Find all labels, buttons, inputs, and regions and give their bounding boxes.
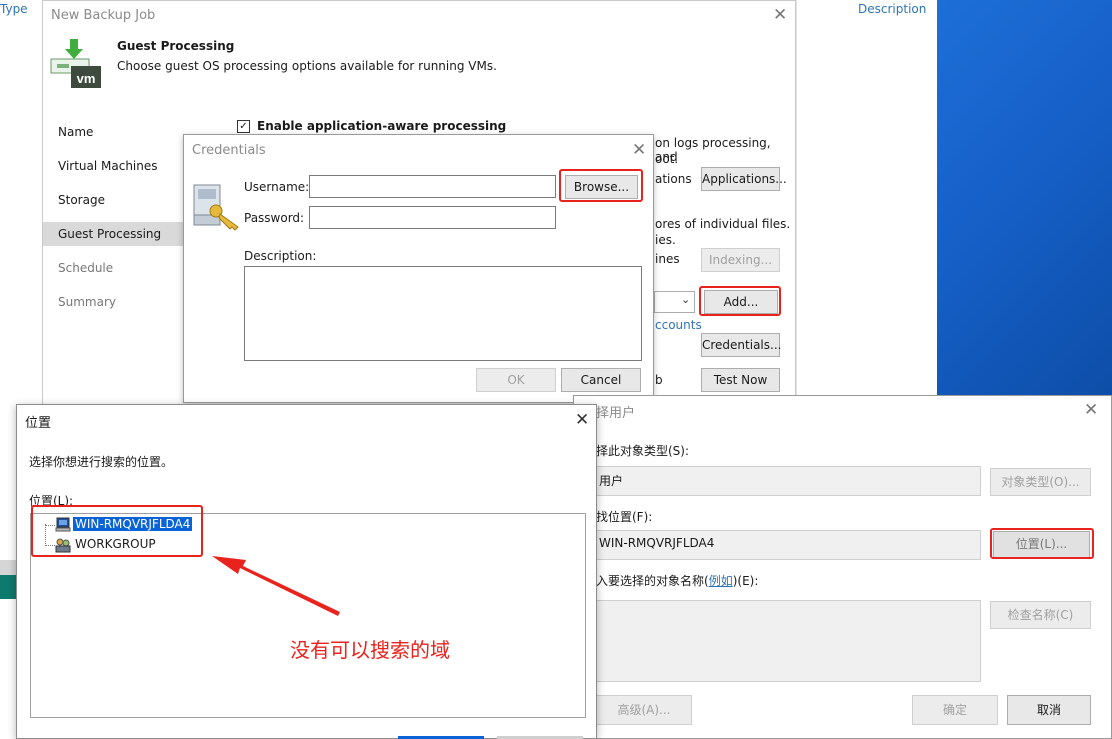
annotation-text: 没有可以搜索的域 (290, 638, 450, 662)
annotation-arrow (212, 556, 340, 616)
